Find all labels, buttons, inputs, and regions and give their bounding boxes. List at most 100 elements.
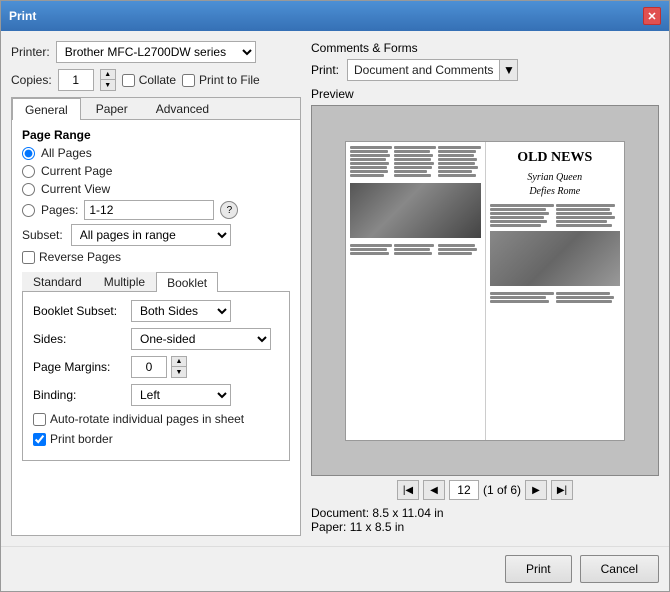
- tab-general[interactable]: General: [12, 98, 81, 120]
- booklet-subset-label: Booklet Subset:: [33, 304, 123, 318]
- document-label: Document:: [311, 506, 369, 520]
- booklet-subset-select[interactable]: Both Sides: [131, 300, 231, 322]
- left-panel: Printer: Brother MFC-L2700DW series Copi…: [11, 41, 301, 536]
- page-range-label: Page Range: [22, 128, 290, 142]
- preview-box: OLD NEWS Syrian Queen Defies Rome: [311, 105, 659, 476]
- binding-row: Binding: Left: [33, 384, 279, 406]
- main-tabs: General Paper Advanced Page Range All Pa…: [11, 97, 301, 536]
- pages-radio[interactable]: [22, 204, 35, 217]
- title-bar: Print ✕: [1, 1, 669, 31]
- printer-select[interactable]: Brother MFC-L2700DW series: [56, 41, 256, 63]
- doc-info: Document: 8.5 x 11.04 in Paper: 11 x 8.5…: [311, 504, 659, 536]
- subset-row: Subset: All pages in range: [22, 224, 290, 246]
- pages-input[interactable]: [84, 200, 214, 220]
- copies-spinner[interactable]: ▲ ▼: [100, 69, 116, 91]
- print-to-file-checkbox[interactable]: [182, 74, 195, 87]
- pages-row: Pages: ?: [22, 200, 290, 220]
- margins-input[interactable]: [131, 356, 167, 378]
- tab-advanced[interactable]: Advanced: [143, 98, 222, 119]
- copies-row: Copies: 1 ▲ ▼ Collate Print to File: [11, 69, 301, 91]
- print-dropdown-text: Document and Comments: [348, 63, 499, 77]
- current-page-label: Current Page: [41, 164, 112, 178]
- copies-input[interactable]: 1: [58, 69, 94, 91]
- current-view-label: Current View: [41, 182, 110, 196]
- binding-select[interactable]: Left: [131, 384, 231, 406]
- right-page: OLD NEWS Syrian Queen Defies Rome: [486, 142, 625, 440]
- page-input[interactable]: [449, 480, 479, 500]
- nav-last[interactable]: ▶|: [551, 480, 573, 500]
- comments-forms-label: Comments & Forms: [311, 41, 659, 55]
- print-button[interactable]: Print: [505, 555, 572, 583]
- tab-paper[interactable]: Paper: [83, 98, 141, 119]
- print-border-row: Print border: [33, 432, 279, 446]
- current-view-row: Current View: [22, 182, 290, 196]
- printer-row: Printer: Brother MFC-L2700DW series: [11, 41, 301, 63]
- printer-label: Printer:: [11, 45, 50, 59]
- print-label: Print:: [311, 63, 339, 77]
- all-pages-row: All Pages: [22, 146, 290, 160]
- document-info: Document: 8.5 x 11.04 in: [311, 506, 659, 520]
- headline: OLD NEWS: [490, 150, 621, 167]
- pages-label: Pages:: [41, 203, 78, 217]
- margins-up[interactable]: ▲: [172, 357, 186, 367]
- collate-label: Collate: [122, 73, 176, 87]
- paper-info: Paper: 11 x 8.5 in: [311, 520, 659, 534]
- all-pages-radio[interactable]: [22, 147, 35, 160]
- nav-next[interactable]: ▶: [525, 480, 547, 500]
- margins-down[interactable]: ▼: [172, 367, 186, 377]
- booklet-subset-row: Booklet Subset: Both Sides: [33, 300, 279, 322]
- print-dropdown[interactable]: Document and Comments ▼: [347, 59, 518, 81]
- comments-section: Print: Document and Comments ▼: [311, 59, 659, 81]
- sides-select[interactable]: One-sided: [131, 328, 271, 350]
- copies-up[interactable]: ▲: [101, 70, 115, 80]
- all-pages-label: All Pages: [41, 146, 92, 160]
- collate-checkbox[interactable]: [122, 74, 135, 87]
- margins-row: Page Margins: ▲ ▼: [33, 356, 279, 378]
- copies-down[interactable]: ▼: [101, 80, 115, 90]
- page-of: (1 of 6): [483, 483, 521, 497]
- margins-spinner[interactable]: ▲ ▼: [171, 356, 187, 378]
- auto-rotate-checkbox[interactable]: [33, 413, 46, 426]
- paper-value: 11 x 8.5 in: [350, 520, 404, 534]
- current-view-radio[interactable]: [22, 183, 35, 196]
- binding-label: Binding:: [33, 388, 123, 402]
- sides-row: Sides: One-sided: [33, 328, 279, 350]
- help-button[interactable]: ?: [220, 201, 238, 219]
- current-page-row: Current Page: [22, 164, 290, 178]
- preview-section: Preview: [311, 87, 659, 536]
- newspaper-preview: OLD NEWS Syrian Queen Defies Rome: [345, 141, 625, 441]
- dialog-footer: Print Cancel: [1, 546, 669, 591]
- reverse-pages-label: Reverse Pages: [39, 250, 121, 264]
- current-page-radio[interactable]: [22, 165, 35, 178]
- subheadline2: Defies Rome: [490, 186, 621, 198]
- auto-rotate-row: Auto-rotate individual pages in sheet: [33, 412, 279, 426]
- dialog-title: Print: [9, 9, 36, 23]
- reverse-pages-row: Reverse Pages: [22, 250, 290, 264]
- sub-tab-standard[interactable]: Standard: [22, 272, 93, 291]
- print-border-label: Print border: [50, 432, 113, 446]
- comments-forms-section: Comments & Forms Print: Document and Com…: [311, 41, 659, 81]
- sub-tab-multiple[interactable]: Multiple: [93, 272, 156, 291]
- close-button[interactable]: ✕: [643, 7, 661, 25]
- left-image: [350, 183, 481, 238]
- print-dropdown-arrow[interactable]: ▼: [499, 60, 517, 80]
- subset-select[interactable]: All pages in range: [71, 224, 231, 246]
- booklet-content: Booklet Subset: Both Sides Sides:: [22, 292, 290, 461]
- print-to-file-label: Print to File: [182, 73, 260, 87]
- paper-label: Paper:: [311, 520, 346, 534]
- subheadline1: Syrian Queen: [490, 172, 621, 184]
- sub-tabs: Standard Multiple Booklet: [22, 272, 290, 292]
- nav-row: |◀ ◀ (1 of 6) ▶ ▶|: [311, 476, 659, 504]
- copies-label: Copies:: [11, 73, 52, 87]
- nav-first[interactable]: |◀: [397, 480, 419, 500]
- tab-header: General Paper Advanced: [12, 98, 300, 120]
- right-panel: Comments & Forms Print: Document and Com…: [311, 41, 659, 536]
- print-border-checkbox[interactable]: [33, 433, 46, 446]
- reverse-pages-checkbox[interactable]: [22, 251, 35, 264]
- sub-tab-booklet[interactable]: Booklet: [156, 272, 218, 292]
- preview-label: Preview: [311, 87, 659, 101]
- nav-prev[interactable]: ◀: [423, 480, 445, 500]
- document-value: 8.5 x 11.04 in: [372, 506, 443, 520]
- subset-label: Subset:: [22, 228, 63, 242]
- cancel-button[interactable]: Cancel: [580, 555, 659, 583]
